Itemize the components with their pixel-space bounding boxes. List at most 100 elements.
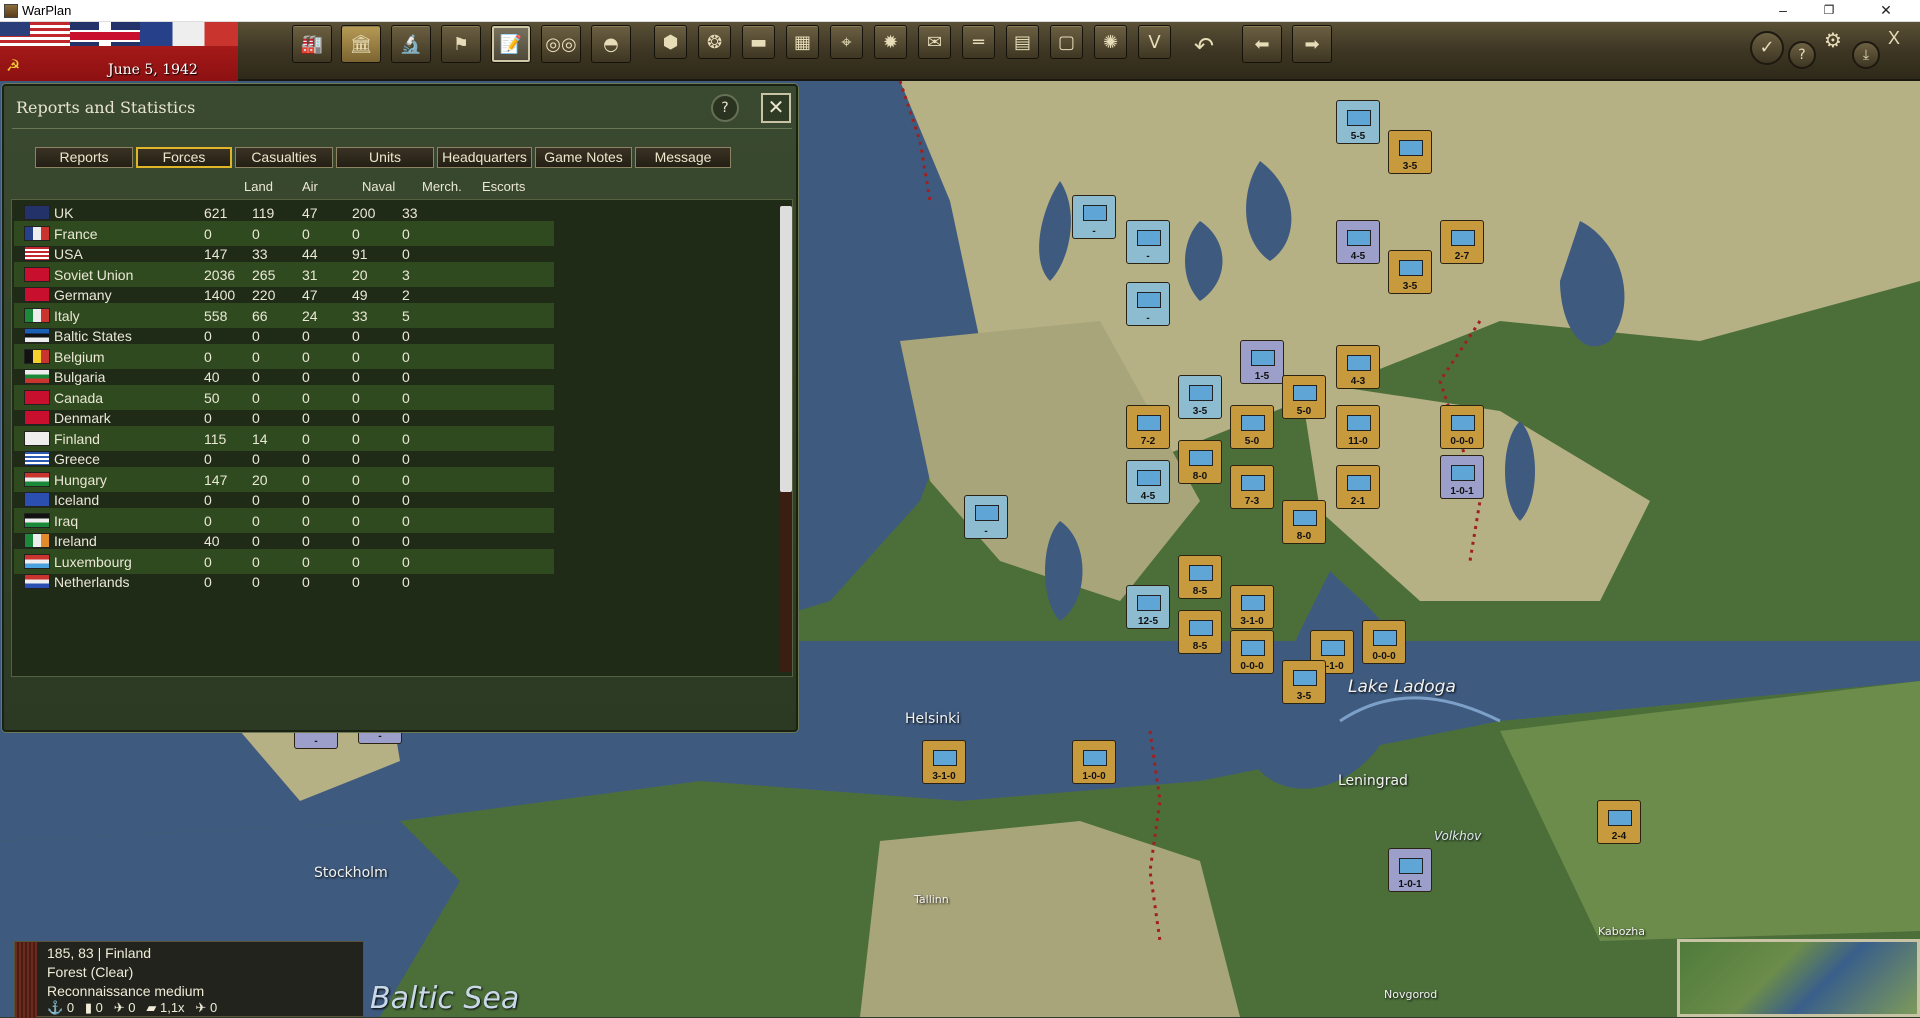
us-flag-icon [24, 246, 50, 261]
minimap[interactable] [1677, 939, 1920, 1017]
unit-symbol-icon [1608, 810, 1632, 826]
unit-strength: 5-0 [1244, 436, 1260, 447]
unit-counter[interactable]: 5-0 [1282, 375, 1326, 419]
objectives-button[interactable]: ⚑ [441, 25, 481, 63]
tab-game-notes[interactable]: Game Notes [535, 147, 632, 168]
unit-counter[interactable]: 8-5 [1178, 555, 1222, 599]
supply-toggle-button[interactable]: ▬ [742, 25, 775, 59]
unit-counter[interactable]: - [1126, 282, 1170, 326]
unit-counter[interactable]: 5-0 [1230, 405, 1274, 449]
unit-counter[interactable]: 3-5 [1388, 130, 1432, 174]
reports-button[interactable]: 📝 [491, 25, 531, 63]
stack-toggle-button[interactable]: ▦ [786, 25, 819, 59]
unit-counter[interactable]: 3-5 [1282, 660, 1326, 704]
cell-escorts: 5 [402, 307, 410, 324]
cell-merch: 0 [352, 328, 360, 344]
end-turn-button[interactable]: ✓ [1750, 31, 1784, 65]
panel-help-button[interactable]: ? [711, 94, 739, 122]
save-button[interactable]: ⤓ [1852, 41, 1880, 69]
tab-headquarters[interactable]: Headquarters [437, 147, 532, 168]
forward-button[interactable]: ➡ [1292, 25, 1332, 63]
unit-counter[interactable]: 11-0 [1336, 405, 1380, 449]
unit-counter[interactable]: 3-1-0 [922, 740, 966, 784]
unit-counter[interactable]: 8-5 [1178, 610, 1222, 654]
tab-reports[interactable]: Reports [35, 147, 133, 168]
cell-escorts: 0 [402, 471, 410, 488]
unit-symbol-icon [1137, 415, 1161, 431]
unit-counter[interactable]: 8-0 [1282, 500, 1326, 544]
unit-counter[interactable]: 2-1 [1336, 465, 1380, 509]
grid-toggle-button[interactable]: ▤ [1006, 25, 1039, 59]
unit-counter[interactable]: - [1126, 220, 1170, 264]
unit-counter[interactable]: 4-5 [1336, 220, 1380, 264]
hex-toggle-button[interactable]: ⬢ [654, 25, 687, 59]
france-flag-icon [140, 22, 238, 46]
unit-counter[interactable]: 0-0-0 [1440, 405, 1484, 449]
table-scrollbar[interactable] [780, 206, 792, 672]
cell-naval: 0 [302, 492, 310, 508]
mail-toggle-button[interactable]: ✉ [918, 25, 951, 59]
unit-counter[interactable]: 12-5 [1126, 585, 1170, 629]
intel-button[interactable]: ◎◎ [541, 25, 581, 63]
unit-counter[interactable]: 1-0-0 [1072, 740, 1116, 784]
hexgrid-toggle-button[interactable]: ❂ [698, 25, 731, 59]
stack-icon: ▦ [793, 31, 811, 53]
tab-casualties[interactable]: Casualties [235, 147, 333, 168]
unit-strength: 12-5 [1137, 616, 1158, 627]
tab-forces[interactable]: Forces [136, 147, 232, 168]
info-strip [15, 942, 37, 1018]
cell-naval: 0 [302, 553, 310, 570]
column-header-air: Air [302, 179, 318, 194]
combat-toggle-button[interactable]: ✺ [1094, 25, 1127, 59]
fr-flag-icon [24, 225, 50, 241]
maximize-button[interactable]: ❐ [1806, 0, 1852, 22]
back-button[interactable]: ⬅ [1242, 25, 1282, 63]
cell-air: 0 [252, 451, 260, 467]
target-toggle-button[interactable]: ⌖ [830, 25, 863, 59]
help-button[interactable]: ? [1788, 41, 1816, 69]
unit-counter[interactable]: 7-2 [1126, 405, 1170, 449]
roads-toggle-button[interactable]: ═ [962, 25, 995, 59]
unit-counter[interactable]: 3-1-0 [1230, 585, 1274, 629]
minimize-button[interactable]: – [1760, 0, 1806, 22]
unit-counter[interactable]: 4-3 [1336, 345, 1380, 389]
tab-units[interactable]: Units [336, 147, 434, 168]
unit-counter[interactable]: 5-5 [1336, 100, 1380, 144]
unit-counter[interactable]: - [964, 495, 1008, 539]
unit-strength: 1-0-1 [1398, 879, 1422, 890]
unit-counter[interactable]: 8-0 [1178, 440, 1222, 484]
unit-counter[interactable]: 1-0-1 [1388, 848, 1432, 892]
unit-counter[interactable]: - [1072, 195, 1116, 239]
unit-counter[interactable]: 4-5 [1126, 460, 1170, 504]
research-button[interactable]: 🔬 [391, 25, 431, 63]
unit-counter[interactable]: 0-0-0 [1230, 630, 1274, 674]
unit-counter[interactable]: 7-3 [1230, 465, 1274, 509]
unit-counter[interactable]: 2-4 [1597, 800, 1641, 844]
panel-close-button[interactable]: ✕ [761, 93, 791, 123]
frame-toggle-button[interactable]: ▢ [1050, 25, 1083, 59]
unit-counter[interactable]: 0-0-0 [1362, 620, 1406, 664]
city-label-helsinki: Helsinki [905, 711, 961, 727]
weather-toggle-button[interactable]: ✹ [874, 25, 907, 59]
victory-toggle-button[interactable]: V [1138, 25, 1171, 59]
cell-escorts: 2 [402, 287, 410, 303]
scrollbar-thumb[interactable] [780, 206, 792, 492]
cell-name: Ireland [54, 533, 97, 549]
unit-counter[interactable]: 1-5 [1240, 340, 1284, 384]
unit-symbol-icon [1189, 450, 1213, 466]
unit-counter[interactable]: 3-5 [1178, 375, 1222, 419]
cell-escorts: 0 [402, 430, 410, 447]
unit-counter[interactable]: 3-5 [1388, 250, 1432, 294]
unit-strength: 1-5 [1254, 371, 1270, 382]
exit-button[interactable]: X [1888, 28, 1900, 49]
undo-button[interactable]: ↶ [1194, 32, 1214, 60]
diplomacy-button[interactable]: 🏛 [341, 25, 381, 63]
tab-message[interactable]: Message [635, 147, 731, 168]
cell-naval: 0 [302, 328, 310, 344]
settings-button[interactable]: ⚙ [1824, 28, 1842, 52]
unit-counter[interactable]: 1-0-1 [1440, 455, 1484, 499]
close-window-button[interactable]: ✕ [1852, 0, 1920, 22]
units-button[interactable]: ◓ [591, 25, 631, 63]
production-button[interactable]: 🏭 [292, 25, 332, 63]
unit-counter[interactable]: 2-7 [1440, 220, 1484, 264]
